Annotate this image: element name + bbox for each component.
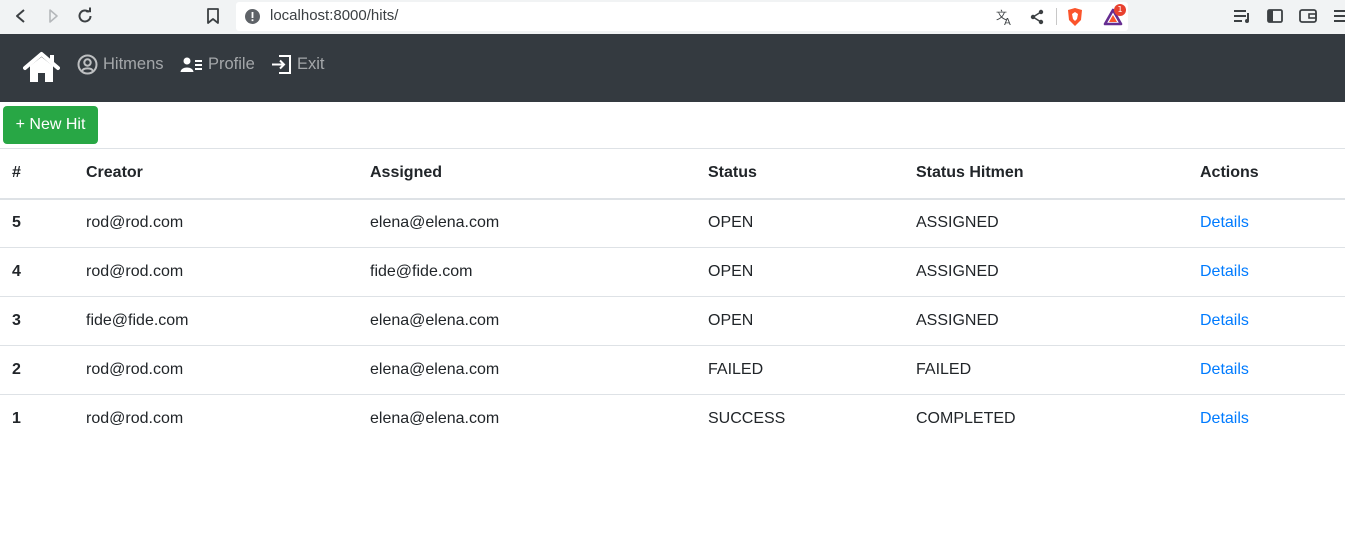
forward-icon[interactable] — [40, 3, 66, 29]
details-link[interactable]: Details — [1200, 410, 1249, 427]
browser-toolbar: localhost:8000/hits/ 文A 1 — [0, 0, 1345, 34]
reload-icon[interactable] — [72, 3, 98, 29]
translate-icon[interactable]: 文A — [995, 7, 1015, 27]
header-creator: Creator — [86, 164, 143, 182]
table-row: 5 rod@rod.com elena@elena.com OPEN ASSIG… — [0, 199, 1345, 248]
hit-id: 2 — [12, 361, 21, 378]
sidebar-icon[interactable] — [1262, 3, 1288, 29]
hit-id: 4 — [12, 263, 21, 280]
hit-status: OPEN — [708, 312, 754, 329]
share-icon[interactable] — [1027, 7, 1047, 27]
details-link[interactable]: Details — [1200, 214, 1249, 231]
hit-creator: fide@fide.com — [86, 312, 189, 329]
hit-assigned: elena@elena.com — [370, 361, 500, 378]
table-header-row: # Creator Assigned Status Status Hitmen … — [0, 148, 1345, 199]
nav-profile[interactable]: Profile — [180, 52, 255, 76]
hit-id: 3 — [12, 312, 21, 329]
home-icon[interactable] — [23, 51, 60, 84]
hit-status: FAILED — [708, 361, 764, 378]
hit-assigned: fide@fide.com — [370, 263, 473, 280]
table-row: 4 rod@rod.com fide@fide.com OPEN ASSIGNE… — [0, 248, 1345, 297]
hit-status: OPEN — [708, 214, 754, 232]
table-row: 1 rod@rod.com elena@elena.com SUCCESS CO… — [0, 395, 1345, 444]
details-link[interactable]: Details — [1200, 312, 1249, 329]
user-circle-icon — [77, 54, 98, 75]
header-status-hitmen: Status Hitmen — [916, 164, 1024, 182]
nav-hitmens-label: Hitmens — [103, 54, 164, 73]
hit-creator: rod@rod.com — [86, 214, 184, 232]
top-navbar: Hitmens Profile Exit — [0, 34, 1345, 102]
hit-status: SUCCESS — [708, 410, 786, 428]
table-row: 2 rod@rod.com elena@elena.com FAILED FAI… — [0, 346, 1345, 395]
hit-assigned: elena@elena.com — [370, 312, 500, 329]
brave-shield-icon[interactable] — [1065, 7, 1085, 27]
hit-assigned: elena@elena.com — [370, 410, 500, 428]
hit-status-hitmen: FAILED — [916, 361, 972, 378]
nav-profile-label: Profile — [208, 54, 255, 73]
hit-creator: rod@rod.com — [86, 361, 184, 378]
header-assigned: Assigned — [370, 164, 443, 182]
new-hit-button[interactable]: + New Hit — [3, 106, 98, 144]
nav-hitmens[interactable]: Hitmens — [77, 52, 164, 76]
wallet-icon[interactable] — [1295, 3, 1321, 29]
hits-table: # Creator Assigned Status Status Hitmen … — [0, 148, 1345, 444]
address-bar[interactable]: localhost:8000/hits/ 文A 1 — [236, 2, 1128, 31]
nav-exit[interactable]: Exit — [271, 52, 325, 76]
hit-assigned: elena@elena.com — [370, 214, 500, 232]
brave-rewards-icon[interactable]: 1 — [1100, 4, 1126, 27]
hit-actions-cell: Details — [1188, 199, 1345, 248]
details-link[interactable]: Details — [1200, 263, 1249, 280]
hit-creator: rod@rod.com — [86, 263, 184, 280]
hit-actions-cell: Details — [1188, 395, 1345, 444]
exit-icon — [271, 54, 292, 75]
playlist-icon[interactable] — [1230, 3, 1256, 29]
site-info-icon[interactable] — [244, 8, 261, 25]
svg-text:A: A — [1004, 17, 1011, 26]
hit-actions-cell: Details — [1188, 346, 1345, 395]
hit-status-hitmen: ASSIGNED — [916, 214, 999, 232]
profile-card-icon — [180, 54, 203, 75]
header-id: # — [12, 164, 21, 182]
bookmark-icon[interactable] — [200, 3, 226, 29]
header-status: Status — [708, 164, 757, 182]
notification-badge: 1 — [1114, 4, 1126, 16]
back-icon[interactable] — [8, 3, 34, 29]
hit-actions-cell: Details — [1188, 248, 1345, 297]
hit-actions-cell: Details — [1188, 297, 1345, 346]
address-bar-divider — [1056, 8, 1057, 25]
hit-status-hitmen: COMPLETED — [916, 410, 1016, 428]
hit-status-hitmen: ASSIGNED — [916, 263, 999, 280]
hit-status: OPEN — [708, 263, 754, 280]
url-text: localhost:8000/hits/ — [270, 7, 399, 24]
table-row: 3 fide@fide.com elena@elena.com OPEN ASS… — [0, 297, 1345, 346]
header-actions: Actions — [1200, 164, 1259, 182]
hit-id: 5 — [12, 214, 21, 232]
nav-exit-label: Exit — [297, 54, 325, 73]
hit-status-hitmen: ASSIGNED — [916, 312, 999, 329]
details-link[interactable]: Details — [1200, 361, 1249, 378]
hit-id: 1 — [12, 410, 21, 428]
hit-creator: rod@rod.com — [86, 410, 184, 428]
menu-icon[interactable] — [1330, 3, 1345, 29]
